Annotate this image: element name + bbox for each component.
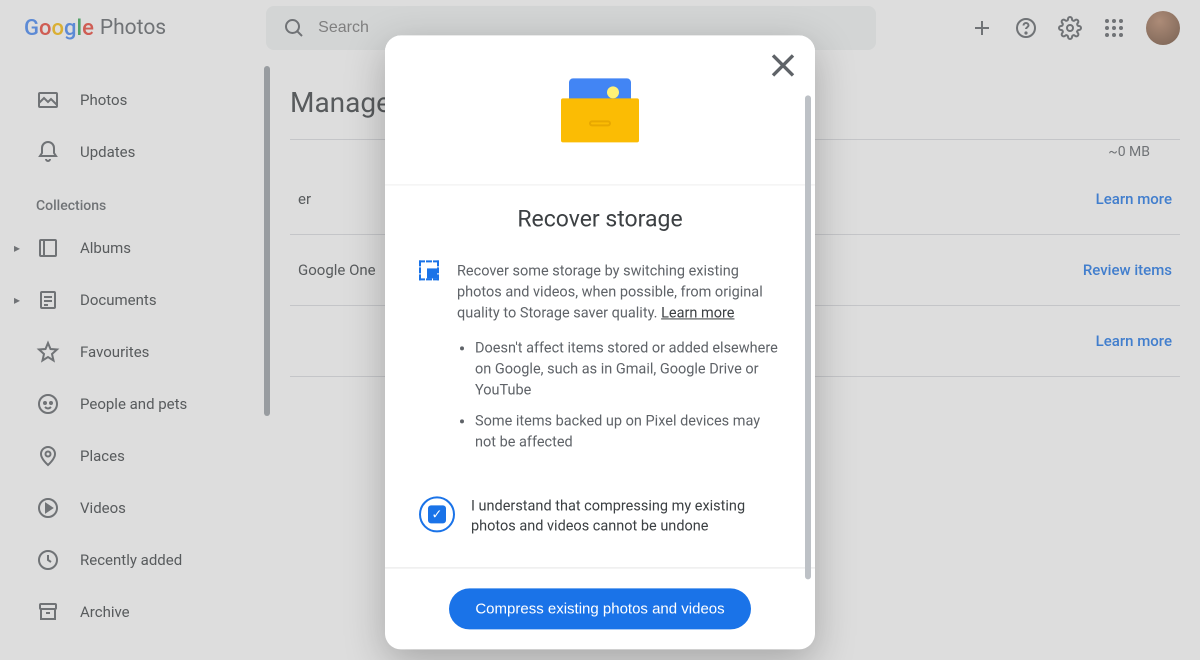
dialog-bullet: Some items backed up on Pixel devices ma… xyxy=(475,411,781,453)
dialog-title: Recover storage xyxy=(419,205,781,232)
photo-compress-icon xyxy=(419,260,439,280)
dialog-bullet: Doesn't affect items stored or added els… xyxy=(475,337,781,400)
confirm-checkbox[interactable]: ✓ xyxy=(419,497,455,533)
dialog-illustration xyxy=(385,35,815,185)
checkmark-icon: ✓ xyxy=(428,506,446,524)
dialog-body: Recover storage Recover some storage by … xyxy=(385,185,815,567)
drawer-illustration-icon xyxy=(559,78,641,142)
close-button[interactable] xyxy=(763,45,803,85)
learn-more-link[interactable]: Learn more xyxy=(661,304,734,321)
confirm-row: ✓ I understand that compressing my exist… xyxy=(419,479,781,548)
confirm-text: I understand that compressing my existin… xyxy=(471,497,781,538)
dialog-description: Recover some storage by switching existi… xyxy=(457,260,781,462)
dialog-scrollbar[interactable] xyxy=(803,95,811,579)
dialog-footer: Compress existing photos and videos xyxy=(385,567,815,649)
recover-storage-dialog: Recover storage Recover some storage by … xyxy=(385,35,815,649)
compress-button[interactable]: Compress existing photos and videos xyxy=(449,588,750,629)
